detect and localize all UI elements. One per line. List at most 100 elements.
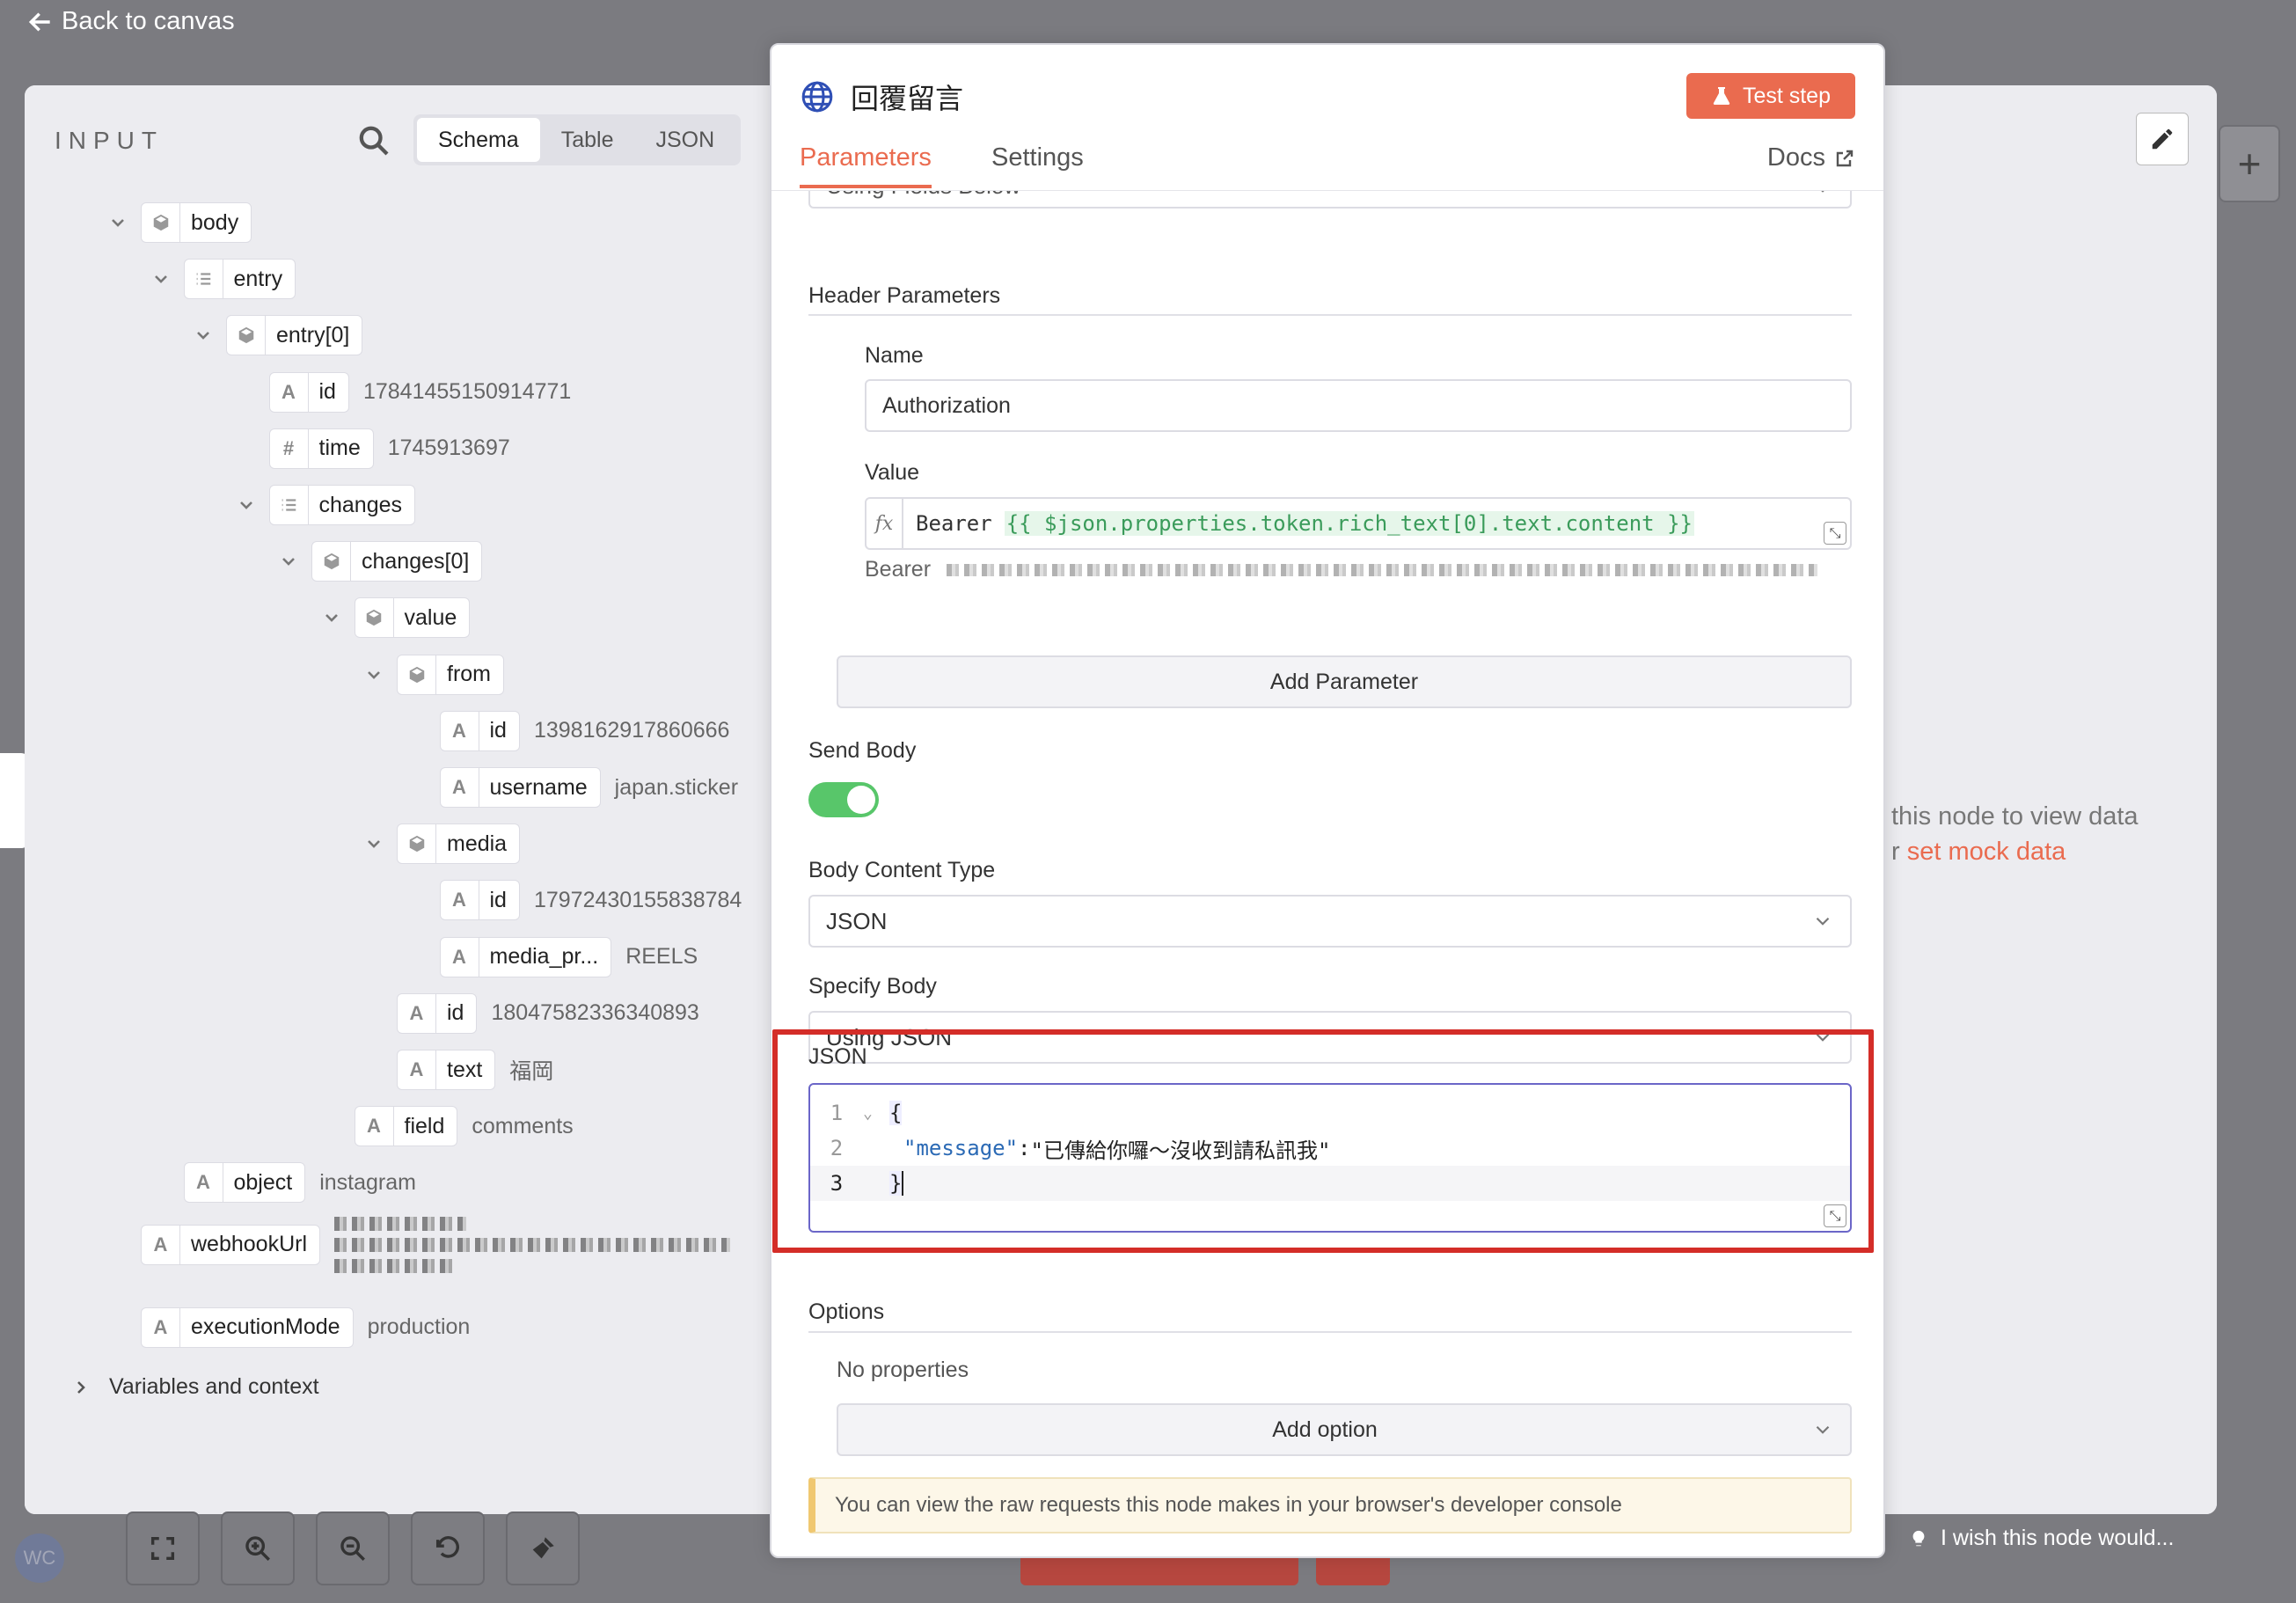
schema-row-webhookurl[interactable]: AwebhookUrl [141,1216,731,1273]
schema-row-from[interactable]: from [363,654,504,695]
back-to-canvas-link[interactable]: Back to canvas [26,7,235,36]
chevron-down-icon[interactable] [107,212,128,233]
chevron-right-icon [77,1380,85,1394]
broom-icon [532,1537,554,1559]
schema-key-pill: Aid [439,880,520,921]
chevron-down-icon [1816,917,1830,926]
schema-row-username[interactable]: Ausername japan.sticker [439,767,738,808]
schema-row-value[interactable]: value [321,597,471,639]
schema-value: 17972430155838784 [533,887,742,912]
schema-row-entry[interactable]: entry [150,259,296,300]
zoom-out-button[interactable] [316,1512,390,1585]
chevron-down-icon[interactable] [236,494,257,516]
external-link-icon [1836,150,1854,166]
body-content-type-label: Body Content Type [808,858,996,882]
zoom-in-icon [245,1536,270,1561]
reset-zoom-button[interactable] [411,1512,485,1585]
chevron-down-icon[interactable] [363,664,384,685]
json-body-editor[interactable]: 1 ⌄ { 2 "message" : "已傳給你囉～沒收到請私訊我" 3 } … [808,1083,1852,1233]
output-empty-hint: this node to view data r set mock data [1891,799,2139,869]
string-type-icon: A [185,1163,223,1203]
fold-icon[interactable]: ⌄ [863,1104,889,1123]
add-option-button[interactable]: Add option [837,1403,1852,1456]
schema-key: field [404,1113,445,1138]
view-tab-schema[interactable]: Schema [417,118,540,162]
object-type-icon [142,203,180,242]
schema-row-changes0[interactable]: changes[0] [278,541,483,582]
avatar[interactable]: WC [15,1533,64,1583]
json-key: "message" [903,1136,1019,1160]
tab-settings[interactable]: Settings [991,143,1084,172]
schema-row-object[interactable]: Aobject instagram [183,1162,416,1204]
chevron-down-icon[interactable] [321,607,342,628]
schema-key: executionMode [191,1314,340,1340]
schema-key-pill: AwebhookUrl [141,1224,321,1265]
view-tab-json[interactable]: JSON [634,118,735,162]
expand-icon[interactable]: ⤡ [1824,1204,1846,1227]
set-mock-data-link[interactable]: set mock data [1907,838,2066,866]
value-preview-prefix: Bearer [865,557,932,582]
add-parameter-button[interactable]: Add Parameter [837,655,1852,708]
schema-key-pill: entry[0] [226,315,363,356]
schema-value: 1398162917860666 [533,718,730,743]
search-icon[interactable] [356,123,391,158]
chevron-down-icon[interactable] [363,833,384,854]
schema-row-text[interactable]: Atext 福岡 [397,1050,553,1090]
expand-icon[interactable]: ⤡ [1824,522,1846,545]
schema-key-pill: body [141,202,252,243]
schema-key-pill: media [397,823,521,865]
input-panel-title: INPUT [55,127,164,154]
schema-value: 1745913697 [387,436,510,461]
fullscreen-icon [150,1536,175,1561]
line-number: 3 [830,1171,844,1196]
no-properties-text: No properties [837,1358,969,1382]
schema-row-mediapr[interactable]: Amedia_pr... REELS [439,936,698,977]
schema-row-changes[interactable]: changes [236,485,416,525]
schema-key-pill: value [354,597,471,639]
edit-output-button[interactable] [2136,113,2189,165]
json-line-3: 3 } [810,1166,1850,1201]
schema-row-field[interactable]: Afield comments [354,1106,574,1147]
schema-row-id[interactable]: Aid 18047582336340893 [397,992,699,1034]
schema-key-pill: # time [268,428,374,469]
schema-key: entry[0] [276,322,350,348]
schema-row-body[interactable]: body [107,202,252,243]
schema-key: media_pr... [489,944,599,970]
schema-row-executionmode[interactable]: AexecutionMode production [141,1307,470,1348]
schema-key-pill: changes [268,485,416,525]
tab-parameters[interactable]: Parameters [800,143,932,188]
object-type-icon [355,598,394,638]
feedback-link[interactable]: I wish this node would... [1909,1526,2174,1551]
schema-value: 17841455150914771 [362,379,572,405]
schema-row-id[interactable]: Aid 1398162917860666 [439,710,730,751]
variables-and-context[interactable]: Variables and context [70,1374,319,1400]
schema-row-media[interactable]: media [363,823,521,865]
docs-label: Docs [1766,143,1825,172]
fit-view-button[interactable] [126,1512,200,1585]
tidy-up-button[interactable] [506,1512,580,1585]
header-value-expression-input[interactable]: fx Bearer {{ $json.properties.token.rich… [865,497,1852,550]
header-parameters-label: Header Parameters [808,283,1001,308]
zoom-in-button[interactable] [221,1512,295,1585]
header-name-input[interactable]: Authorization [865,379,1852,432]
view-tab-table[interactable]: Table [540,118,635,162]
specify-body-select[interactable]: Using JSON [808,1011,1852,1064]
chevron-down-icon[interactable] [278,551,299,572]
schema-row-id[interactable]: Aid 17841455150914771 [268,371,572,413]
body-content-type-select[interactable]: JSON [808,895,1852,948]
globe-icon [801,81,833,113]
test-step-button[interactable]: Test step [1685,73,1855,119]
schema-row-id[interactable]: Aid 17972430155838784 [439,880,742,921]
redacted-token [947,563,1818,576]
chevron-down-icon[interactable] [193,325,214,346]
specify-body-label: Specify Body [808,974,937,999]
chevron-down-icon[interactable] [150,268,172,289]
add-node-button[interactable]: + [2219,125,2280,202]
schema-row-entry0[interactable]: entry[0] [193,315,363,356]
schema-key: media [447,831,508,856]
docs-link[interactable]: Docs [1767,143,1855,172]
send-body-toggle[interactable] [808,782,879,817]
line-number: 2 [830,1136,844,1160]
schema-key-pill: Atext [397,1050,496,1090]
schema-row-time[interactable]: # time 1745913697 [268,428,510,469]
